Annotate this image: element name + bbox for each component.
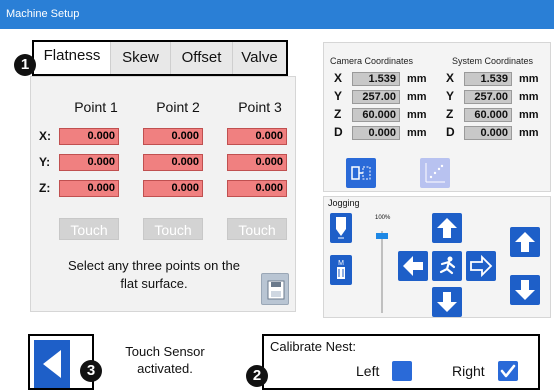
flatness-instruction: Select any three points on the flat surf… — [67, 258, 240, 291]
tab-offset[interactable]: Offset — [170, 42, 232, 74]
system-d-field: 0.000 — [464, 126, 512, 140]
system-x-field: 1.539 — [464, 72, 512, 86]
camera-axis-y-label: Y — [334, 89, 343, 103]
row-label-y: Y: — [39, 155, 51, 169]
jogging-title: Jogging — [328, 198, 360, 208]
camera-d-field: 0.000 — [352, 126, 400, 140]
jog-up-button[interactable] — [432, 213, 462, 243]
arrow-left-icon — [403, 256, 423, 276]
jog-z-up-button[interactable] — [510, 227, 540, 257]
camera-z-unit: mm — [407, 109, 427, 121]
jog-left-button[interactable] — [398, 251, 428, 281]
arrow-down-icon — [515, 280, 535, 300]
arrow-down-icon — [437, 292, 457, 312]
system-z-field: 60.000 — [464, 108, 512, 122]
touch-point-2-button[interactable]: Touch — [143, 218, 203, 240]
system-axis-d-label: D — [446, 125, 455, 139]
jogging-panel: Jogging M 100% — [323, 196, 551, 318]
window-title: Machine Setup — [0, 0, 554, 29]
point1-x-field[interactable]: 0.000 — [59, 128, 119, 145]
point3-y-field[interactable]: 0.000 — [227, 154, 287, 171]
flatness-panel: Point 1 Point 2 Point 3 X: 0.000 0.000 0… — [30, 76, 296, 312]
running-figure-icon — [439, 256, 456, 275]
point3-z-field[interactable]: 0.000 — [227, 180, 287, 197]
arrow-up-icon — [437, 218, 457, 238]
system-z-unit: mm — [519, 109, 539, 121]
column-header-point-2: Point 2 — [156, 99, 200, 115]
calibrate-nest-title: Calibrate Nest: — [270, 339, 356, 354]
point2-y-field[interactable]: 0.000 — [143, 154, 203, 171]
touch-point-3-button[interactable]: Touch — [227, 218, 287, 240]
column-header-point-1: Point 1 — [74, 99, 118, 115]
jog-right-button[interactable] — [466, 251, 496, 281]
camera-axis-z-label: Z — [334, 107, 342, 121]
camera-target-icon — [351, 166, 371, 180]
nozzle-icon — [336, 217, 346, 239]
calibrate-nest-group: Calibrate Nest: Left Right — [262, 334, 540, 390]
system-y-unit: mm — [519, 91, 539, 103]
camera-d-unit: mm — [407, 127, 427, 139]
point1-y-field[interactable]: 0.000 — [59, 154, 119, 171]
camera-axis-d-label: D — [334, 125, 343, 139]
touch-probe-button[interactable]: M — [330, 255, 352, 285]
calibrate-right-label: Right — [452, 363, 485, 379]
point2-z-field[interactable]: 0.000 — [143, 180, 203, 197]
jog-down-button[interactable] — [432, 287, 462, 317]
tab-bar: Flatness Skew Offset Valve — [32, 40, 288, 76]
touch-probe-icon: M — [337, 260, 345, 279]
system-view-button[interactable] — [420, 158, 450, 188]
arrow-up-icon — [515, 232, 535, 252]
system-d-unit: mm — [519, 127, 539, 139]
system-x-unit: mm — [519, 73, 539, 85]
calibrate-right-checkbox[interactable] — [498, 361, 518, 381]
arrow-right-icon — [470, 254, 493, 278]
jog-home-button[interactable] — [432, 251, 462, 281]
svg-text:M: M — [338, 260, 344, 267]
tab-skew[interactable]: Skew — [110, 42, 170, 74]
back-triangle-icon — [43, 350, 61, 378]
touch-sensor-status: Touch Sensor activated. — [125, 344, 205, 376]
camera-axis-x-label: X — [334, 71, 343, 85]
point3-x-field[interactable]: 0.000 — [227, 128, 287, 145]
calibrate-left-label: Left — [356, 363, 380, 379]
nozzle-tool-button[interactable] — [330, 213, 352, 243]
column-header-point-3: Point 3 — [238, 99, 282, 115]
floppy-disk-icon — [267, 280, 285, 300]
speed-slider-thumb[interactable] — [376, 233, 388, 239]
camera-coordinates-title: Camera Coordinates — [330, 56, 414, 66]
row-label-z: Z: — [39, 181, 51, 195]
checkmark-icon — [500, 364, 516, 378]
camera-z-field: 60.000 — [352, 108, 400, 122]
system-axis-y-label: Y — [446, 89, 455, 103]
touch-point-1-button[interactable]: Touch — [59, 218, 119, 240]
back-button[interactable] — [34, 340, 70, 388]
calibrate-left-checkbox[interactable] — [392, 361, 412, 381]
point2-x-field[interactable]: 0.000 — [143, 128, 203, 145]
callout-3: 3 — [80, 360, 102, 382]
callout-2: 2 — [246, 365, 268, 387]
system-axis-x-label: X — [446, 71, 455, 85]
speed-percent-label: 100% — [375, 215, 391, 221]
jog-z-down-button[interactable] — [510, 275, 540, 305]
row-label-x: X: — [39, 129, 51, 143]
system-coordinates-title: System Coordinates — [452, 56, 534, 66]
camera-y-field: 257.00 — [352, 90, 400, 104]
system-y-field: 257.00 — [464, 90, 512, 104]
camera-x-unit: mm — [407, 73, 427, 85]
system-axis-z-label: Z — [446, 107, 454, 121]
camera-view-button[interactable] — [346, 158, 376, 188]
coordinates-panel: Camera Coordinates System Coordinates X … — [323, 42, 551, 192]
save-button[interactable] — [261, 273, 289, 305]
scatter-plot-icon — [425, 163, 445, 183]
tab-valve[interactable]: Valve — [232, 42, 286, 74]
point1-z-field[interactable]: 0.000 — [59, 180, 119, 197]
speed-slider-track[interactable] — [381, 231, 383, 313]
camera-x-field: 1.539 — [352, 72, 400, 86]
tab-flatness[interactable]: Flatness — [34, 42, 110, 74]
callout-1: 1 — [14, 54, 36, 76]
camera-y-unit: mm — [407, 91, 427, 103]
